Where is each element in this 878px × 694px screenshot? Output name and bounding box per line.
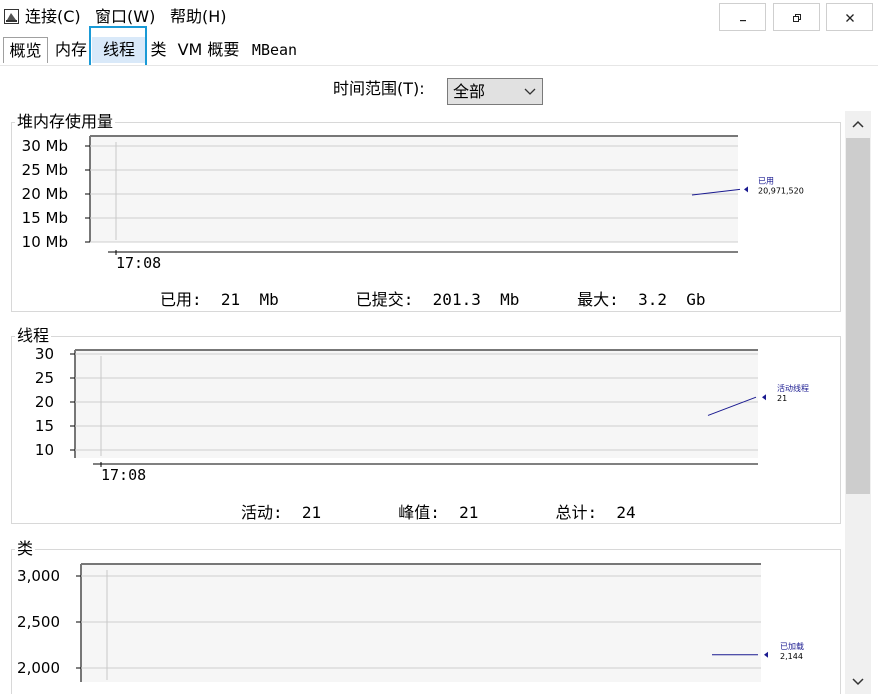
- heap-panel-title: 堆内存使用量: [15, 112, 116, 132]
- heap-summary: 已用: 21 Mb 已提交: 201.3 Mb 最大: 3.2 Gb: [160, 290, 706, 310]
- legend-marker: [744, 186, 748, 193]
- heap-used-value: 21: [220, 290, 241, 309]
- chevron-up-icon: [852, 120, 864, 128]
- y-tick-label: 15 Mb: [22, 209, 68, 227]
- tab-mbean[interactable]: MBean: [248, 37, 301, 63]
- menu-connection[interactable]: 连接(C): [25, 7, 81, 27]
- y-tick-label: 10: [35, 441, 54, 459]
- legend-value: 2,144: [780, 652, 803, 661]
- legend-value: 21: [777, 394, 787, 403]
- y-tick-label: 2,500: [17, 613, 60, 631]
- minimize-button[interactable]: [719, 3, 766, 31]
- tab-memory[interactable]: 内存: [50, 37, 92, 63]
- scroll-down-button[interactable]: [845, 669, 871, 694]
- y-tick-label: 30 Mb: [22, 137, 68, 155]
- plot-area: [81, 564, 761, 682]
- threads-live-label: 活动:: [241, 503, 283, 522]
- app-icon: [4, 9, 19, 24]
- y-tick-label: 25: [35, 369, 54, 387]
- y-tick-label: 20: [35, 393, 54, 411]
- classes-panel-title: 类: [15, 539, 36, 559]
- overview-content: 时间范围(T): 全部 堆内存使用量 30 Mb 25 Mb 20 Mb 15 Mb 1…: [0, 65, 878, 694]
- plot-area: [90, 136, 738, 242]
- scroll-thumb[interactable]: [846, 138, 870, 494]
- heap-used-label: 已用:: [160, 290, 202, 309]
- threads-peak-label: 峰值:: [398, 503, 440, 522]
- close-button[interactable]: [826, 3, 873, 31]
- chevron-down-icon: [852, 678, 864, 686]
- heap-committed-value: 201.3: [432, 290, 481, 309]
- y-tick-label: 10 Mb: [22, 233, 68, 251]
- threads-peak-value: 21: [459, 503, 479, 522]
- legend-value: 20,971,520: [758, 186, 804, 195]
- y-tick-label: 30: [35, 348, 54, 363]
- threads-live-value: 21: [301, 503, 322, 522]
- restore-button[interactable]: [773, 3, 820, 31]
- heap-max-label: 最大:: [577, 290, 619, 309]
- time-range-label: 时间范围(T):: [333, 79, 425, 98]
- chevron-down-icon: [524, 88, 536, 95]
- minimize-icon: [740, 20, 746, 22]
- y-tick-label: 3,000: [17, 567, 60, 585]
- heap-committed-unit: Mb: [500, 290, 520, 309]
- tab-overview[interactable]: 概览: [3, 37, 48, 63]
- plot-area: [75, 350, 758, 458]
- threads-total-label: 总计:: [555, 503, 598, 522]
- heap-committed-label: 已提交:: [355, 290, 414, 309]
- time-range-select[interactable]: 全部: [447, 78, 543, 105]
- y-tick-label: 2,000: [17, 659, 60, 677]
- chart-canvas: 30 25 20 15 10 17:08 活动线程21: [35, 345, 809, 484]
- menu-help[interactable]: 帮助(H): [170, 7, 227, 27]
- legend-name: 已加载: [780, 641, 804, 651]
- x-tick-label: 17:08: [101, 466, 146, 484]
- threads-panel-title: 线程: [15, 326, 52, 346]
- threads-summary: 活动: 21 峰值: 21 总计: 24: [241, 503, 636, 523]
- chart-canvas: 3,000 2,500 2,000 已加载2,144: [17, 563, 804, 682]
- tab-vm-summary[interactable]: VM 概要: [171, 37, 246, 63]
- legend-marker: [762, 394, 766, 401]
- tab-classes[interactable]: 类: [146, 37, 171, 63]
- legend-name: 已用: [758, 176, 774, 185]
- close-icon: [846, 14, 854, 22]
- vertical-scrollbar[interactable]: [845, 111, 871, 694]
- scroll-up-button[interactable]: [845, 111, 871, 137]
- menu-window[interactable]: 窗口(W): [95, 7, 155, 27]
- threads-total-value: 24: [616, 503, 636, 522]
- time-range-value: 全部: [453, 82, 486, 101]
- classes-chart: 3,000 2,500 2,000 已加载 2,144: [12, 560, 840, 694]
- heap-max-value: 3.2: [638, 290, 667, 309]
- heap-chart: 30 Mb 25 Mb 20 Mb 15 Mb 10 Mb 17:08 已用 20,971,5…: [20, 134, 820, 284]
- restore-icon: [793, 14, 801, 22]
- legend-marker: [764, 651, 768, 658]
- chart-canvas: 30 Mb 25 Mb 20 Mb 15 Mb 10 Mb 17:08 已用20,971,5…: [22, 135, 804, 272]
- x-tick-label: 17:08: [116, 254, 161, 272]
- y-tick-label: 20 Mb: [22, 185, 68, 203]
- heap-max-unit: Gb: [686, 290, 706, 309]
- y-tick-label: 25 Mb: [22, 161, 68, 179]
- legend-name: 活动线程: [777, 383, 809, 393]
- heap-used-unit: Mb: [259, 290, 279, 309]
- y-tick-label: 15: [35, 417, 54, 435]
- threads-chart: 30 25 20 15 10 17:08 活动线程 21: [20, 345, 840, 494]
